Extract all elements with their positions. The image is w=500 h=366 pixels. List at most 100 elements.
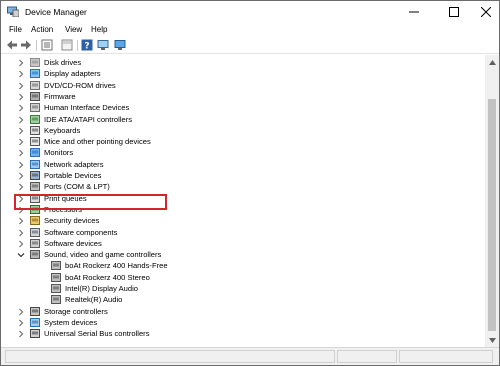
usb-controller-icon bbox=[30, 329, 40, 339]
tree-category-item[interactable]: Firmware bbox=[4, 91, 485, 102]
tree-item-label: Sound, video and game controllers bbox=[44, 250, 162, 260]
tree-category-item[interactable]: Security devices bbox=[4, 215, 485, 226]
tree-category-item[interactable]: Universal Serial Bus controllers bbox=[4, 328, 485, 339]
software-component-icon bbox=[30, 227, 40, 237]
chevron-right-icon[interactable] bbox=[17, 161, 25, 169]
close-button[interactable] bbox=[469, 1, 500, 23]
back-icon[interactable] bbox=[6, 39, 18, 51]
window-title: Device Manager bbox=[25, 7, 87, 17]
tree-item-label: Firmware bbox=[44, 91, 76, 101]
title-bar[interactable]: Device Manager bbox=[1, 1, 499, 23]
chevron-down-icon[interactable] bbox=[17, 251, 25, 259]
tree-category-item[interactable]: DVD/CD-ROM drives bbox=[4, 80, 485, 91]
audio-device-icon bbox=[51, 261, 61, 271]
hid-icon bbox=[30, 103, 40, 113]
chevron-right-icon[interactable] bbox=[17, 82, 25, 90]
help-icon[interactable]: ? bbox=[81, 39, 93, 52]
chevron-right-icon[interactable] bbox=[17, 116, 25, 124]
keyboard-icon bbox=[30, 125, 40, 135]
status-bar bbox=[1, 347, 499, 365]
chevron-right-icon[interactable] bbox=[17, 138, 25, 146]
tree-category-item[interactable]: Disk drives bbox=[4, 57, 485, 68]
tree-item-label: DVD/CD-ROM drives bbox=[44, 80, 116, 90]
tree-item-label: Disk drives bbox=[44, 58, 82, 67]
tree-item-label: Software devices bbox=[44, 238, 102, 248]
system-device-icon bbox=[30, 317, 40, 327]
ide-controller-icon bbox=[30, 114, 40, 124]
sound-controller-icon bbox=[30, 250, 40, 260]
tree-category-item[interactable]: Monitors bbox=[4, 147, 485, 158]
security-device-icon bbox=[30, 216, 40, 226]
svg-text:?: ? bbox=[84, 42, 89, 52]
tree-category-item[interactable]: Software devices bbox=[4, 238, 485, 249]
tree-item-label: System devices bbox=[44, 317, 98, 327]
menu-action[interactable]: Action bbox=[31, 25, 53, 34]
scan-hardware-icon[interactable] bbox=[97, 39, 109, 51]
tree-category-item[interactable]: System devices bbox=[4, 317, 485, 328]
tree-category-item[interactable]: Sound, video and game controllers bbox=[4, 249, 485, 260]
vertical-scrollbar[interactable] bbox=[485, 55, 499, 347]
tree-item-label: Network adapters bbox=[44, 159, 104, 169]
tree-child-item[interactable]: boAt Rockerz 400 Stereo bbox=[4, 272, 485, 283]
monitor-icon[interactable] bbox=[114, 39, 126, 51]
disk-drive-icon bbox=[30, 58, 40, 67]
forward-icon[interactable] bbox=[20, 39, 32, 51]
ports-icon bbox=[30, 182, 40, 192]
audio-device-icon bbox=[51, 284, 61, 293]
dvd-drive-icon bbox=[30, 80, 40, 90]
toolbar: ? bbox=[1, 37, 499, 54]
tree-item-label: Keyboards bbox=[44, 125, 81, 135]
tree-item-label: Mice and other pointing devices bbox=[44, 137, 151, 147]
tree-category-item[interactable]: Mice and other pointing devices bbox=[4, 136, 485, 147]
chevron-right-icon[interactable] bbox=[17, 172, 25, 180]
tree-category-item[interactable]: Ports (COM & LPT) bbox=[4, 181, 485, 192]
chevron-right-icon[interactable] bbox=[17, 240, 25, 248]
chevron-right-icon[interactable] bbox=[17, 217, 25, 225]
chevron-right-icon[interactable] bbox=[17, 330, 25, 338]
tree-category-item[interactable]: Network adapters bbox=[4, 159, 485, 170]
tree-item-label: boAt Rockerz 400 Hands-Free bbox=[65, 261, 168, 271]
tree-category-item[interactable]: IDE ATA/ATAPI controllers bbox=[4, 114, 485, 125]
chevron-right-icon[interactable] bbox=[17, 229, 25, 237]
chevron-right-icon[interactable] bbox=[17, 319, 25, 327]
chevron-right-icon[interactable] bbox=[17, 127, 25, 135]
tree-category-item[interactable]: Display adapters bbox=[4, 68, 485, 79]
scrollbar-thumb[interactable] bbox=[488, 99, 496, 331]
menu-help[interactable]: Help bbox=[91, 25, 107, 34]
selection-highlight bbox=[14, 194, 167, 210]
display-adapter-icon bbox=[30, 69, 40, 79]
tree-category-item[interactable]: Software components bbox=[4, 227, 485, 238]
status-cell-secondary bbox=[337, 350, 397, 363]
tree-item-label: Intel(R) Display Audio bbox=[65, 284, 139, 293]
chevron-right-icon[interactable] bbox=[17, 183, 25, 191]
scroll-up-arrow-icon[interactable] bbox=[485, 55, 499, 69]
tree-item-label: Human Interface Devices bbox=[44, 103, 130, 113]
tree-category-item[interactable]: Storage controllers bbox=[4, 306, 485, 317]
status-cell-main bbox=[5, 350, 335, 363]
scroll-down-arrow-icon[interactable] bbox=[485, 333, 499, 347]
tree-item-label: Storage controllers bbox=[44, 306, 108, 316]
toolbar-separator bbox=[36, 40, 37, 51]
tree-child-item[interactable]: Realtek(R) Audio bbox=[4, 294, 485, 305]
chevron-right-icon[interactable] bbox=[17, 59, 25, 67]
maximize-button[interactable] bbox=[437, 1, 471, 23]
portable-device-icon bbox=[30, 171, 40, 180]
show-hidden-icon[interactable] bbox=[61, 39, 73, 51]
minimize-button[interactable] bbox=[397, 1, 431, 23]
chevron-right-icon[interactable] bbox=[17, 149, 25, 157]
tree-child-item[interactable]: Intel(R) Display Audio bbox=[4, 283, 485, 294]
chevron-right-icon[interactable] bbox=[17, 70, 25, 78]
chevron-right-icon[interactable] bbox=[17, 308, 25, 316]
properties-icon[interactable] bbox=[41, 39, 53, 51]
tree-category-item[interactable]: Portable Devices bbox=[4, 170, 485, 181]
menu-view[interactable]: View bbox=[65, 25, 82, 34]
tree-category-item[interactable]: Keyboards bbox=[4, 125, 485, 136]
network-adapter-icon bbox=[30, 159, 40, 169]
tree-child-item[interactable]: boAt Rockerz 400 Hands-Free bbox=[4, 260, 485, 271]
tree-item-label: Display adapters bbox=[44, 69, 101, 79]
menu-file[interactable]: File bbox=[9, 25, 22, 34]
tree-category-item[interactable]: Human Interface Devices bbox=[4, 102, 485, 113]
chevron-right-icon[interactable] bbox=[17, 104, 25, 112]
chevron-right-icon[interactable] bbox=[17, 93, 25, 101]
tree-item-label: Universal Serial Bus controllers bbox=[44, 329, 150, 339]
